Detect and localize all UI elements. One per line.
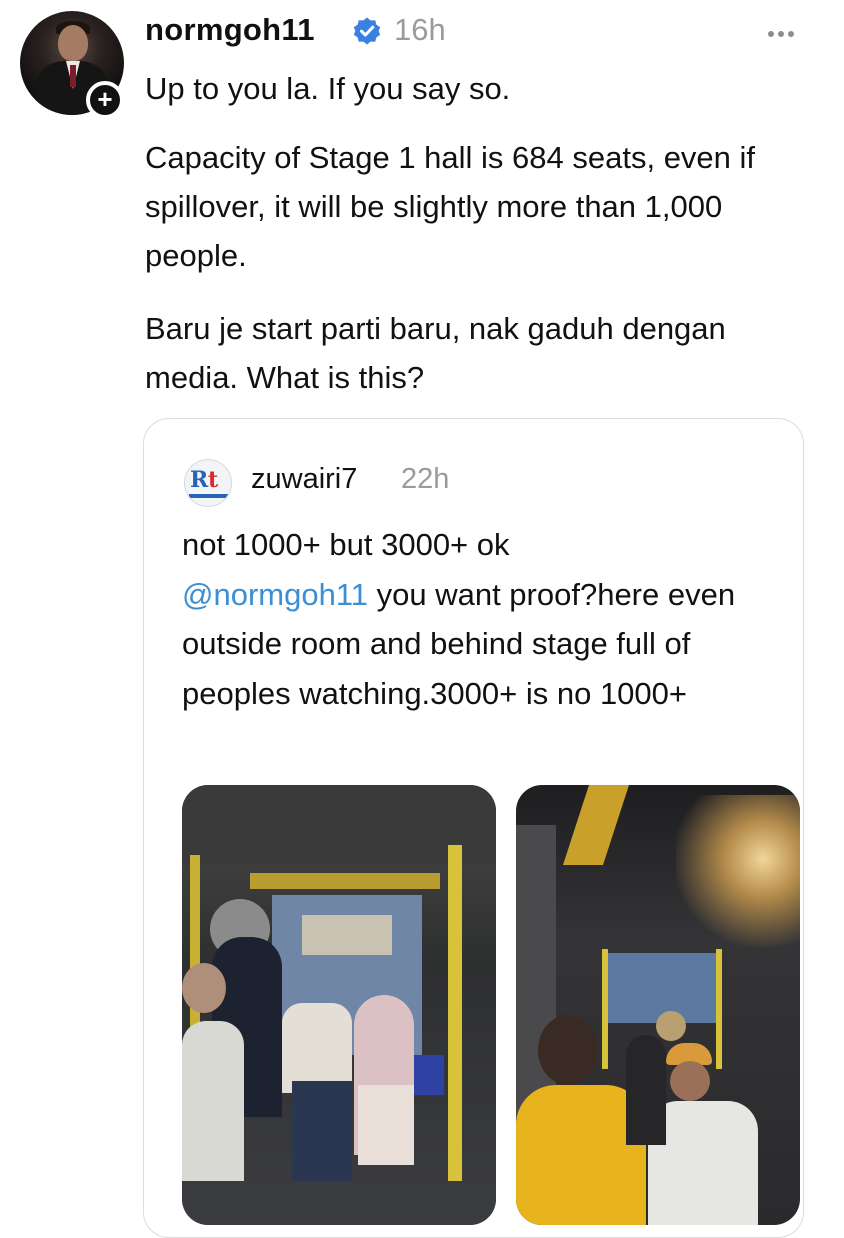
person-beige-shirt — [282, 1003, 352, 1093]
person-skirt — [358, 1085, 414, 1165]
quoted-post-text: not 1000+ but 3000+ ok @normgoh11 you wan… — [182, 520, 782, 718]
blue-light — [414, 1055, 444, 1095]
avatar-face — [58, 25, 88, 61]
post-author-username[interactable]: normgoh11 — [145, 12, 315, 48]
post-timestamp: 16h — [394, 12, 446, 47]
post-text-paragraph-3: Baru je start parti baru, nak gaduh deng… — [145, 311, 726, 395]
door-frame-right — [448, 845, 462, 1225]
post-text-paragraph-1: Up to you la. If you say so. — [145, 71, 511, 106]
avatar-tie — [70, 65, 76, 87]
crowd-photo-hall-entrance[interactable] — [182, 785, 496, 1225]
crowd-photo-corridor[interactable] — [516, 785, 800, 1225]
corridor-door-frame-right — [716, 949, 722, 1069]
person-head-left — [182, 963, 226, 1013]
corridor-far-door — [606, 953, 716, 1023]
mention-link[interactable]: @normgoh11 — [182, 577, 368, 612]
stage-screen — [302, 915, 392, 955]
follow-plus-icon[interactable]: + — [86, 81, 124, 119]
corridor-door-frame-left — [602, 949, 608, 1069]
more-horizontal-icon[interactable] — [768, 20, 798, 43]
verified-badge-icon — [353, 17, 381, 45]
door-frame-top — [250, 873, 440, 889]
person-head-right — [670, 1061, 710, 1101]
yellow-sign — [563, 785, 629, 865]
quoted-timestamp: 22h — [401, 463, 450, 495]
person-head-beige-cap — [656, 1011, 686, 1041]
post-text-paragraph-2: Capacity of Stage 1 hall is 684 seats, e… — [145, 140, 756, 273]
person-head-dark-hair — [538, 1015, 598, 1085]
person-jeans — [292, 1081, 352, 1181]
person-dark-jacket — [626, 1035, 666, 1145]
photo-floor — [182, 1181, 496, 1225]
quoted-author-username[interactable]: zuwairi7 — [251, 463, 357, 496]
quoted-author-avatar[interactable]: R t — [184, 459, 232, 507]
light-glare — [676, 795, 800, 955]
quoted-text-line-1: not 1000+ but 3000+ ok — [182, 527, 510, 562]
quoted-post-card[interactable]: R t zuwairi7 22h not 1000+ but 3000+ ok @… — [143, 418, 804, 1238]
